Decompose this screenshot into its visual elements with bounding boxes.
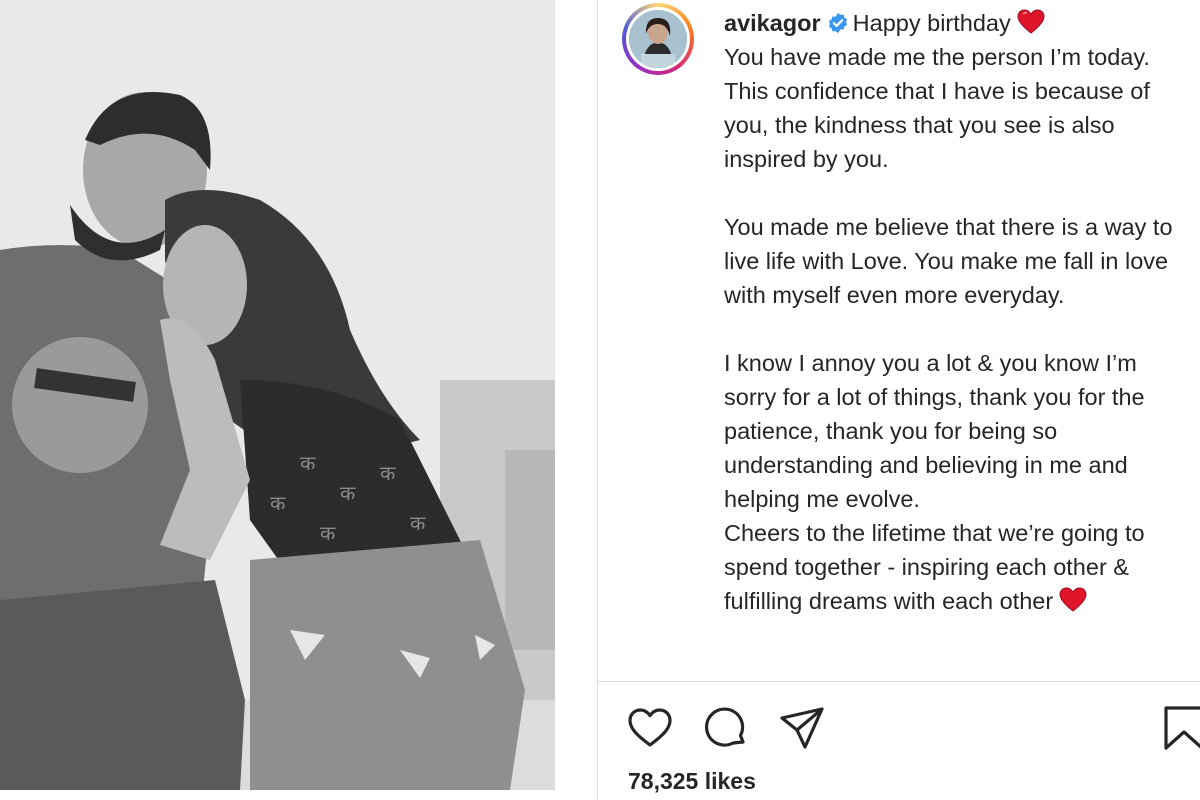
verified-badge-icon (827, 12, 849, 34)
caption-headline: avikagor Happy birthday (724, 6, 1194, 40)
instagram-post: ककक ककक avikagor Happy birthday You have… (0, 0, 1200, 800)
paper-plane-icon[interactable] (778, 704, 826, 752)
comment-bubble-icon[interactable] (702, 704, 750, 752)
actions-divider (598, 681, 1200, 682)
post-caption: avikagor Happy birthday You have made me … (724, 6, 1194, 618)
red-heart-emoji-icon (1017, 9, 1045, 35)
svg-text:क: क (270, 491, 286, 515)
svg-text:क: क (300, 451, 316, 475)
red-heart-emoji-icon (1059, 587, 1087, 613)
bookmark-icon[interactable] (1162, 704, 1200, 752)
likes-count[interactable]: 78,325 likes (628, 768, 756, 795)
svg-text:क: क (410, 511, 426, 535)
svg-text:क: क (320, 521, 336, 545)
caption-paragraph-1: You have made me the person I’m today. T… (724, 44, 1150, 172)
couple-photo-image: ककक क कक (0, 0, 555, 790)
heart-outline-icon[interactable] (626, 704, 674, 752)
svg-text:क: क (380, 461, 396, 485)
post-photo[interactable]: ककक ककक (0, 0, 555, 790)
caption-paragraph-4: Cheers to the lifetime that we’re going … (724, 516, 1194, 618)
caption-intro: Happy birthday (852, 10, 1011, 36)
caption-paragraph-2: You made me believe that there is a way … (724, 214, 1173, 308)
username-link[interactable]: avikagor (724, 10, 821, 36)
caption-paragraph-3: I know I annoy you a lot & you know I’m … (724, 350, 1145, 512)
svg-text:क: क (340, 481, 356, 505)
